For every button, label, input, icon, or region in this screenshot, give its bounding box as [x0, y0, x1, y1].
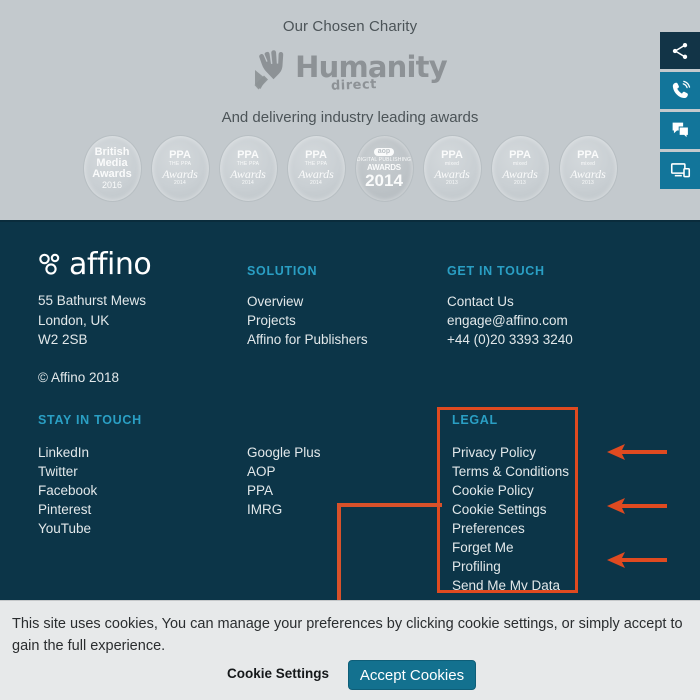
award-badge-list: British Media Awards 2016 PPA THE PPA Awards 20… — [0, 133, 700, 203]
organisation-link-0[interactable]: Google Plus — [247, 443, 321, 462]
copyright-text: © Affino 2018 — [38, 370, 120, 385]
footer-column-legal: LEGAL Privacy Policy Terms & Conditions Co… — [452, 413, 569, 595]
legal-link-2[interactable]: Cookie Policy — [452, 481, 569, 500]
stay-in-touch-links: LinkedIn Twitter Facebook Pinterest YouTube — [38, 443, 142, 538]
legal-link-0[interactable]: Privacy Policy — [452, 443, 569, 462]
badge-line-3: Awards — [162, 167, 198, 181]
devices-icon — [670, 163, 690, 178]
badge-line-1: British — [94, 145, 130, 158]
page-root: Our Chosen Charity Humanity direct And d… — [0, 0, 700, 700]
affino-mark-icon — [39, 253, 60, 275]
stay-in-touch-link-2[interactable]: Facebook — [38, 481, 142, 500]
stay-in-touch-heading: STAY IN TOUCH — [38, 413, 142, 427]
badge-line-1: PPA — [577, 149, 599, 161]
organisation-link-1[interactable]: AOP — [247, 462, 321, 481]
affino-wordmark: affino — [69, 247, 152, 282]
badge-line-3: Awards — [92, 167, 132, 180]
legal-link-7[interactable]: Send Me My Data — [452, 576, 569, 595]
cookie-settings-link[interactable]: Cookie Settings — [227, 666, 329, 681]
call-button[interactable] — [660, 72, 700, 109]
humanity-direct-logo: Humanity direct — [0, 44, 700, 96]
charity-awards-section: Our Chosen Charity Humanity direct And d… — [0, 0, 700, 220]
badge-line-3: Awards — [570, 167, 606, 181]
stay-in-touch-link-4[interactable]: YouTube — [38, 519, 142, 538]
solution-link-2[interactable]: Affino for Publishers — [247, 330, 368, 349]
award-badge-6: PPA mixed Awards 2013 — [490, 134, 550, 202]
get-in-touch-links: Contact Us engage@affino.com +44 (0)20 339… — [447, 292, 573, 349]
badge-line-1: PPA — [305, 149, 327, 161]
organisation-links: Google Plus AOP PPA IMRG — [247, 443, 321, 519]
badge-line-1: PPA — [441, 149, 463, 161]
award-badge-1: PPA THE PPA Awards 2014 — [150, 134, 210, 202]
organisation-link-3[interactable]: IMRG — [247, 500, 321, 519]
get-in-touch-link-2[interactable]: +44 (0)20 3393 3240 — [447, 330, 573, 349]
badge-year: 2016 — [101, 179, 123, 190]
hand-icon — [254, 50, 284, 90]
badge-line-3: Awards — [434, 167, 470, 181]
solution-link-1[interactable]: Projects — [247, 311, 368, 330]
award-badge-3: PPA THE PPA Awards 2014 — [286, 134, 346, 202]
legal-links: Privacy Policy Terms & Conditions Cookie P… — [452, 443, 569, 595]
award-badge-0: British Media Awards 2016 — [82, 134, 142, 202]
award-badge-5: PPA mixed Awards 2013 — [422, 134, 482, 202]
badge-year: 2013 — [446, 180, 458, 186]
phone-icon — [672, 80, 690, 99]
address-line-3: W2 2SB — [38, 332, 88, 347]
award-badge-7: PPA mixed Awards 2013 — [558, 134, 618, 202]
badge-year: 2014 — [174, 180, 186, 186]
chat-icon — [672, 122, 689, 140]
badge-year: 2013 — [582, 180, 594, 186]
get-in-touch-heading: GET IN TOUCH — [447, 264, 545, 278]
solution-heading: SOLUTION — [247, 264, 318, 278]
footer-column-stay-in-touch: STAY IN TOUCH LinkedIn Twitter Facebook Pin… — [38, 413, 142, 538]
charity-logo-sub: direct — [330, 77, 378, 94]
badge-year: 2014 — [242, 180, 254, 186]
legal-heading: LEGAL — [452, 413, 498, 427]
badge-line-1: PPA — [169, 149, 191, 161]
stay-in-touch-link-0[interactable]: LinkedIn — [38, 443, 142, 462]
legal-link-5[interactable]: Forget Me — [452, 538, 569, 557]
footer-column-solution: SOLUTION Overview Projects Affino for Publ… — [247, 264, 368, 349]
badge-line-2: Media — [96, 156, 128, 169]
share-icon — [672, 42, 688, 59]
legal-link-6[interactable]: Profiling — [452, 557, 569, 576]
chat-button[interactable] — [660, 112, 700, 149]
legal-link-3[interactable]: Cookie Settings — [452, 500, 569, 519]
badge-year: 2014 — [365, 170, 403, 190]
address-line-1: 55 Bathurst Mews — [38, 293, 147, 308]
badge-year: 2014 — [310, 180, 322, 186]
get-in-touch-link-0[interactable]: Contact Us — [447, 292, 573, 311]
charity-heading: Our Chosen Charity — [282, 18, 418, 35]
footer-column-get-in-touch: GET IN TOUCH Contact Us engage@affino.com… — [447, 264, 573, 349]
badge-year: 2013 — [514, 180, 526, 186]
award-badge-2: PPA THE PPA Awards 2014 — [218, 134, 278, 202]
share-button[interactable] — [660, 32, 700, 69]
badge-line-3: Awards — [502, 167, 538, 181]
awards-heading: And delivering industry leading awards — [221, 109, 479, 126]
footer-column-organisations: Google Plus AOP PPA IMRG — [247, 443, 321, 519]
award-badge-4: aop DIGITAL PUBLISHING AWARDS 2014 — [354, 134, 414, 202]
organisation-link-2[interactable]: PPA — [247, 481, 321, 500]
stay-in-touch-link-1[interactable]: Twitter — [38, 462, 142, 481]
accept-cookies-button[interactable]: Accept Cookies — [348, 660, 476, 690]
badge-line-1: aop — [373, 147, 395, 156]
solution-link-0[interactable]: Overview — [247, 292, 368, 311]
legal-link-1[interactable]: Terms & Conditions — [452, 462, 569, 481]
cookie-banner-message: This site uses cookies, You can manage y… — [12, 616, 683, 654]
stay-in-touch-link-3[interactable]: Pinterest — [38, 500, 142, 519]
get-in-touch-link-1[interactable]: engage@affino.com — [447, 311, 573, 330]
side-action-rail — [660, 32, 700, 189]
badge-line-3: Awards — [230, 167, 266, 181]
address-line-2: London, UK — [38, 312, 110, 328]
solution-links: Overview Projects Affino for Publishers — [247, 292, 368, 349]
company-address: 55 Bathurst Mews London, UK W2 2SB — [38, 291, 146, 350]
badge-line-1: PPA — [509, 149, 531, 161]
badge-line-3: Awards — [298, 167, 334, 181]
legal-link-4[interactable]: Preferences — [452, 519, 569, 538]
badge-line-1: PPA — [237, 149, 259, 161]
affino-logo[interactable]: affino — [38, 247, 152, 282]
demo-button[interactable] — [660, 152, 700, 189]
